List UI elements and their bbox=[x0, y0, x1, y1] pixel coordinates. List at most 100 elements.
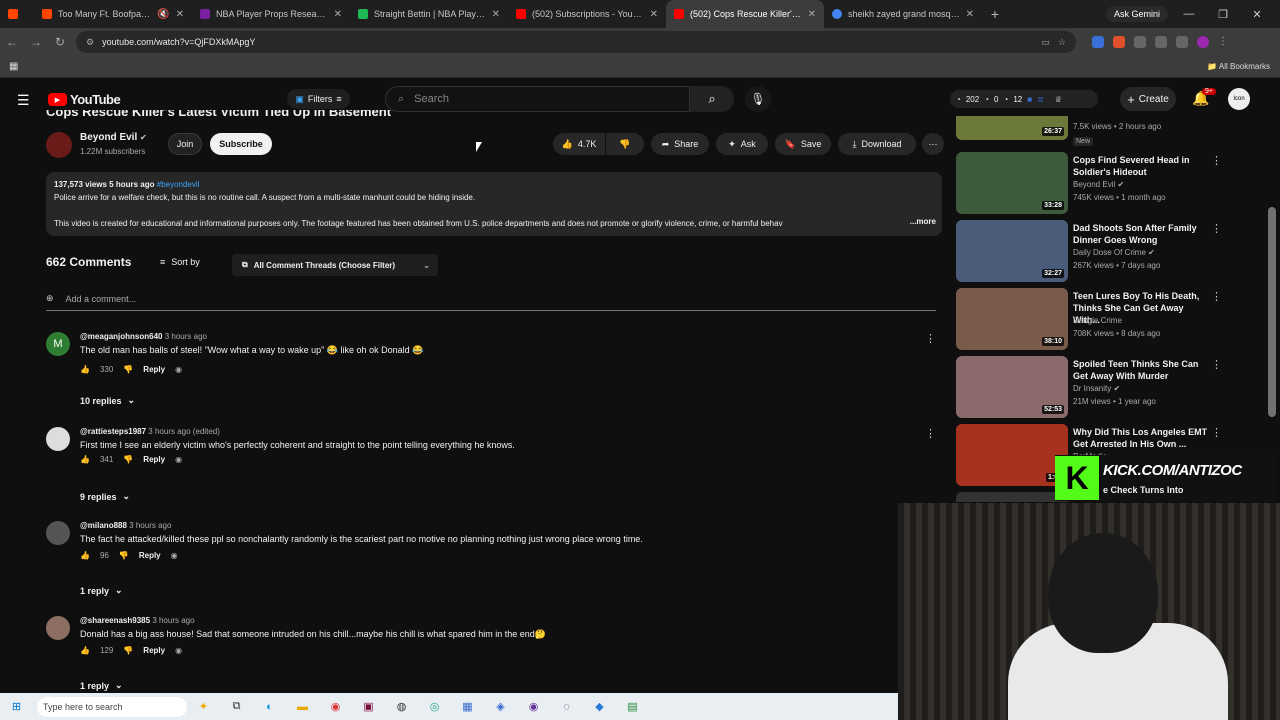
taskbar-search[interactable]: Type here to search bbox=[37, 696, 187, 717]
reload-icon[interactable]: ↻ bbox=[48, 35, 72, 49]
video-more-icon[interactable]: ⋮ bbox=[1211, 426, 1222, 439]
view-replies-button[interactable]: 1 reply ⌄ bbox=[80, 585, 123, 596]
close-window-icon[interactable]: ✕ bbox=[1244, 8, 1270, 21]
sort-by-button[interactable]: ≡ Sort by bbox=[160, 257, 200, 267]
create-button[interactable]: + Create bbox=[1120, 87, 1176, 111]
extensions-puzzle-icon[interactable] bbox=[1134, 36, 1146, 48]
close-tab-icon[interactable]: ✕ bbox=[966, 9, 974, 20]
video-more-icon[interactable]: ⋮ bbox=[1211, 290, 1222, 303]
video-more-icon[interactable]: ⋮ bbox=[1211, 154, 1222, 167]
dislike-button[interactable]: 👎 bbox=[606, 133, 644, 155]
recommended-video[interactable]: 33:28 Cops Find Severed Head in Soldier'… bbox=[956, 152, 1226, 216]
recommended-video[interactable]: 52:53 Spoiled Teen Thinks She Can Get Aw… bbox=[956, 356, 1226, 420]
comment-author[interactable]: @meaganjohnson640 3 hours ago bbox=[80, 332, 207, 341]
add-comment-field[interactable]: ⊕ Add a comment... bbox=[46, 293, 936, 311]
heart-icon[interactable]: ◉ bbox=[175, 455, 182, 464]
comment-author[interactable]: @milano888 3 hours ago bbox=[80, 521, 171, 530]
extension-icon[interactable] bbox=[1092, 36, 1104, 48]
account-avatar[interactable]: Icon bbox=[1228, 88, 1250, 110]
ask-button[interactable]: ✦ Ask bbox=[716, 133, 768, 155]
app-icon[interactable]: ▤ bbox=[616, 693, 649, 720]
search-button[interactable]: ⌕ bbox=[690, 86, 734, 112]
bookmark-star-icon[interactable]: ☆ bbox=[1058, 37, 1066, 48]
reply-button[interactable]: Reply bbox=[139, 551, 161, 560]
video-thumbnail[interactable]: 32:27 bbox=[956, 220, 1068, 282]
browser-tab[interactable]: Straight Bettin | NBA Player Pr ✕ bbox=[350, 0, 508, 28]
ask-gemini-button[interactable]: Ask Gemini bbox=[1105, 6, 1168, 22]
mute-icon[interactable]: 🔇 bbox=[157, 9, 169, 20]
more-actions-button[interactable]: ⋯ bbox=[922, 133, 944, 155]
video-thumbnail[interactable]: 1:00 bbox=[956, 424, 1068, 486]
minimize-icon[interactable]: — bbox=[1176, 8, 1202, 20]
video-description[interactable]: 137,573 views 5 hours ago #beyondevil Po… bbox=[46, 172, 942, 236]
recommended-video[interactable]: 38:10 Teen Lures Boy To His Death, Think… bbox=[956, 288, 1226, 352]
app-icon[interactable]: ◎ bbox=[418, 693, 451, 720]
recommended-video[interactable]: 32:27 Dad Shoots Son After Family Dinner… bbox=[956, 220, 1226, 284]
browser-tab[interactable]: (502) Subscriptions - YouTube ✕ bbox=[508, 0, 666, 28]
subscribe-button[interactable]: Subscribe bbox=[210, 133, 272, 155]
view-replies-button[interactable]: 9 replies ⌄ bbox=[80, 491, 130, 502]
windows-start-icon[interactable]: ⊞ bbox=[0, 693, 33, 720]
app-icon[interactable]: ▦ bbox=[451, 693, 484, 720]
restore-icon[interactable]: ❐ bbox=[1210, 8, 1236, 21]
extension-stats-pill[interactable]: ◔ 202 ◔ 0 ◔ 12 ■ ≣ ♕ bbox=[950, 90, 1098, 108]
comment-more-icon[interactable]: ⋮ bbox=[925, 332, 936, 345]
forward-icon[interactable]: → bbox=[24, 35, 48, 49]
view-replies-button[interactable]: 10 replies ⌄ bbox=[80, 395, 135, 406]
video-thumbnail[interactable] bbox=[956, 492, 1068, 502]
comment-author[interactable]: @shareenash9385 3 hours ago bbox=[80, 616, 195, 625]
voice-search-icon[interactable]: 🎙 bbox=[745, 86, 771, 112]
reply-button[interactable]: Reply bbox=[143, 646, 165, 655]
like-button[interactable]: 👍 4.7K bbox=[553, 133, 605, 155]
edge-icon[interactable]: ◐ bbox=[253, 693, 286, 720]
commenter-avatar[interactable] bbox=[46, 616, 70, 640]
new-tab-icon[interactable]: + bbox=[982, 6, 1008, 22]
all-bookmarks[interactable]: 📁 All Bookmarks bbox=[1207, 62, 1270, 71]
close-tab-icon[interactable]: ✕ bbox=[176, 9, 184, 20]
browser-tab[interactable]: NBA Player Props Research | Pr ✕ bbox=[192, 0, 350, 28]
close-tab-icon[interactable]: ✕ bbox=[492, 9, 500, 20]
close-tab-icon[interactable]: ✕ bbox=[334, 9, 342, 20]
back-icon[interactable]: ← bbox=[0, 35, 24, 49]
file-explorer-icon[interactable]: ▬ bbox=[286, 693, 319, 720]
thumbs-down-icon[interactable]: 👎 bbox=[123, 455, 133, 464]
download-button[interactable]: ⤓ Download bbox=[838, 133, 916, 155]
sidepanel-icon[interactable] bbox=[1155, 36, 1167, 48]
close-tab-icon[interactable]: ✕ bbox=[650, 9, 658, 20]
reply-button[interactable]: Reply bbox=[143, 455, 165, 464]
thumbs-up-icon[interactable]: 👍 bbox=[80, 365, 90, 374]
heart-icon[interactable]: ◉ bbox=[171, 551, 178, 560]
menu-icon[interactable]: ⋮ bbox=[1218, 36, 1230, 48]
app-icon[interactable]: ▣ bbox=[352, 693, 385, 720]
save-button[interactable]: 🔖 Save bbox=[775, 133, 831, 155]
thumbs-up-icon[interactable]: 👍 bbox=[80, 551, 90, 560]
site-info-icon[interactable]: ⚙ bbox=[86, 37, 94, 48]
thumbs-up-icon[interactable]: 👍 bbox=[80, 455, 90, 464]
video-thumbnail[interactable]: 33:28 bbox=[956, 152, 1068, 214]
task-view-icon[interactable]: ⧉ bbox=[220, 693, 253, 720]
share-button[interactable]: ➦ Share bbox=[651, 133, 709, 155]
video-thumbnail[interactable]: 52:53 bbox=[956, 356, 1068, 418]
cast-icon[interactable]: ▭ bbox=[1041, 37, 1050, 48]
commenter-avatar[interactable] bbox=[46, 427, 70, 451]
hashtag-link[interactable]: #beyondevil bbox=[157, 180, 200, 189]
app-icon[interactable]: ◈ bbox=[484, 693, 517, 720]
video-thumbnail[interactable]: 26:37 bbox=[956, 116, 1068, 140]
sidebar-scrollbar[interactable] bbox=[1268, 207, 1276, 417]
thumbs-down-icon[interactable]: 👎 bbox=[123, 646, 133, 655]
channel-name[interactable]: Beyond Evil ✔ bbox=[80, 132, 147, 143]
browser-tab[interactable]: Too Many Ft. Boofpaxkmo 🔇 ✕ bbox=[34, 0, 192, 28]
sparkle-icon[interactable]: ✦ bbox=[187, 693, 220, 720]
channel-avatar[interactable] bbox=[46, 132, 72, 158]
close-tab-icon[interactable]: ✕ bbox=[808, 9, 816, 20]
heart-icon[interactable]: ◉ bbox=[175, 646, 182, 655]
thumbs-up-icon[interactable]: 👍 bbox=[80, 646, 90, 655]
thumbs-down-icon[interactable]: 👎 bbox=[123, 365, 133, 374]
url-field[interactable]: ⚙ youtube.com/watch?v=QjFDXkMApgY ▭ ☆ bbox=[76, 31, 1076, 53]
youtube-logo[interactable]: ▶ YouTube bbox=[48, 92, 121, 107]
heart-icon[interactable]: ◉ bbox=[175, 365, 182, 374]
app-icon[interactable]: ◆ bbox=[583, 693, 616, 720]
view-replies-button[interactable]: 1 reply ⌄ bbox=[80, 680, 123, 691]
app-icon[interactable]: ◉ bbox=[517, 693, 550, 720]
comment-more-icon[interactable]: ⋮ bbox=[925, 427, 936, 440]
